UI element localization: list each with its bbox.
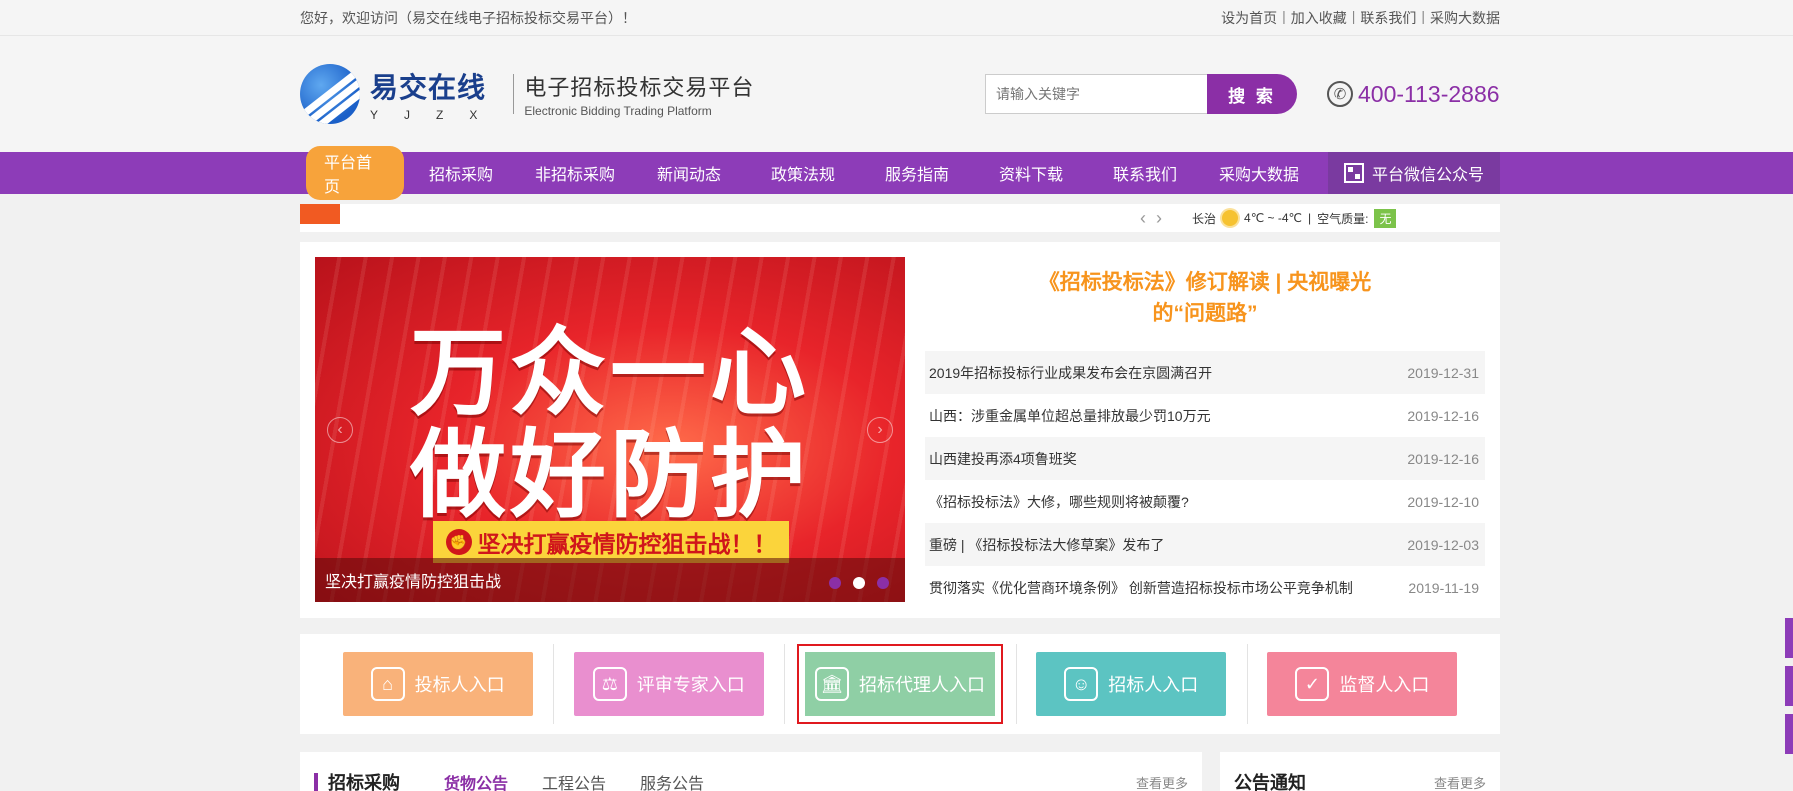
banner-dots: [829, 577, 889, 589]
phone-icon: ✆: [1327, 81, 1353, 107]
notice-title: 公告通知: [1234, 773, 1306, 791]
side-tab[interactable]: [1785, 714, 1793, 754]
banner-next-icon[interactable]: ›: [867, 417, 893, 443]
ticker-prev-icon[interactable]: ‹: [1140, 208, 1146, 229]
nav-news[interactable]: 新闻动态: [632, 152, 746, 194]
weather-widget: 长治 4℃ ~ -4℃ | 空气质量: 无: [1192, 208, 1397, 228]
nav-non-tendering[interactable]: 非招标采购: [518, 152, 632, 194]
top-links: 设为首页 | 加入收藏 | 联系我们 | 采购大数据: [1221, 8, 1500, 28]
news-headline[interactable]: 《招标投标法》修订解读 | 央视曝光 的“问题路”: [925, 267, 1485, 345]
set-homepage-link[interactable]: 设为首页: [1221, 8, 1277, 28]
tab-engineering[interactable]: 工程公告: [542, 770, 606, 791]
procurement-title: 招标采购: [328, 773, 400, 791]
notice-ticker: ‹ › 长治 4℃ ~ -4℃ | 空气质量: 无: [300, 204, 1500, 232]
logo-letters: YJZX: [370, 108, 504, 122]
supervisor-entry-button[interactable]: ✓ 监督人入口: [1267, 652, 1458, 716]
store-icon: ⌂: [370, 667, 405, 701]
bidder-entry-button[interactable]: ⌂ 投标人入口: [342, 652, 533, 716]
shield-icon: ✓: [1295, 667, 1330, 701]
banner-caption: 坚决打赢疫情防控狙击战: [315, 558, 905, 602]
logo-mark-icon: [300, 64, 360, 124]
news-item[interactable]: 贯彻落实《优化营商环境条例》 创新营造招标投标市场公平竞争机制 2019-11-1…: [925, 566, 1485, 609]
header: 易交在线 YJZX 电子招标投标交易平台 Electronic Bidding …: [0, 36, 1793, 152]
weather-city: 长治: [1192, 211, 1217, 226]
nav-home[interactable]: 平台首页: [300, 146, 404, 200]
welcome-text: 您好，欢迎访问（易交在线电子招标投标交易平台）！: [300, 10, 636, 26]
qr-code-icon: [1343, 163, 1364, 183]
nav-service-guide[interactable]: 服务指南: [860, 152, 974, 194]
news-item[interactable]: 山西：涉重金属单位超总量排放最少罚10万元 2019-12-16: [925, 394, 1485, 437]
nav-big-data[interactable]: 采购大数据: [1202, 152, 1316, 194]
search-button[interactable]: 搜 索: [1207, 74, 1297, 114]
banner-headline-2: 做好防护: [410, 419, 810, 531]
notice-panel: 公告通知 查看更多: [1220, 752, 1500, 791]
ticker-flag: [300, 204, 340, 224]
news-item[interactable]: 《招标投标法》大修，哪些规则将被颠覆? 2019-12-10: [925, 480, 1485, 523]
big-data-link[interactable]: 采购大数据: [1430, 8, 1500, 28]
news-item[interactable]: 山西建投再添4项鲁班奖 2019-12-16: [925, 437, 1485, 480]
notice-more-link[interactable]: 查看更多: [1434, 773, 1486, 791]
nav-wechat[interactable]: 平台微信公众号: [1328, 152, 1500, 194]
air-quality-value: 无: [1374, 208, 1397, 228]
main-block: 万众一心 做好防护 ✊ 坚决打赢疫情防控狙击战！！ ‹ › 坚决打赢疫情防控狙击…: [300, 242, 1500, 618]
side-float-tabs: [1785, 618, 1793, 754]
news-item[interactable]: 2019年招标投标行业成果发布会在京圆满召开 2019-12-31: [925, 351, 1485, 394]
ticker-next-icon[interactable]: ›: [1156, 208, 1162, 229]
air-quality-label: 空气质量:: [1317, 211, 1369, 226]
news-panel: 《招标投标法》修订解读 | 央视曝光 的“问题路” 2019年招标投标行业成果发…: [925, 257, 1485, 603]
side-tab[interactable]: [1785, 666, 1793, 706]
tab-goods[interactable]: 货物公告: [444, 770, 508, 791]
fist-icon: ✊: [445, 529, 472, 555]
hotline: ✆ 400-113-2886: [1327, 81, 1500, 108]
nav-policy[interactable]: 政策法规: [746, 152, 860, 194]
banner-dot[interactable]: [829, 577, 841, 589]
hotline-number: 400-113-2886: [1358, 80, 1500, 107]
contact-us-link[interactable]: 联系我们: [1360, 8, 1416, 28]
site-logo[interactable]: 易交在线 YJZX 电子招标投标交易平台 Electronic Bidding …: [300, 64, 980, 124]
scale-icon: ⚖: [592, 667, 627, 701]
banner-slogan: ✊ 坚决打赢疫情防控狙击战！！: [433, 521, 789, 563]
entry-bar: ⌂ 投标人入口 ⚖ 评审专家入口 🏛 招标代理人入口 ☺ 招标人入口 ✓ 监督人…: [300, 634, 1500, 734]
banner-carousel[interactable]: 万众一心 做好防护 ✊ 坚决打赢疫情防控狙击战！！ ‹ › 坚决打赢疫情防控狙击…: [315, 257, 905, 602]
tab-services[interactable]: 服务公告: [640, 770, 704, 791]
add-favorite-link[interactable]: 加入收藏: [1291, 8, 1347, 28]
side-tab[interactable]: [1785, 618, 1793, 658]
banner-prev-icon[interactable]: ‹: [327, 417, 353, 443]
platform-name: 电子招标投标交易平台: [524, 75, 755, 100]
tenderer-entry-button[interactable]: ☺ 招标人入口: [1036, 652, 1227, 716]
banner-dot[interactable]: [853, 577, 865, 589]
logo-name: 易交在线: [370, 72, 487, 103]
sunny-icon: [1222, 210, 1239, 226]
agent-entry-button[interactable]: 🏛 招标代理人入口: [797, 644, 1003, 724]
news-item[interactable]: 重磅 | 《招标投标法大修草案》发布了 2019-12-03: [925, 523, 1485, 566]
procurement-panel: 招标采购 货物公告 工程公告 服务公告 查看更多: [300, 752, 1202, 791]
top-bar: 您好，欢迎访问（易交在线电子招标投标交易平台）！ 设为首页 | 加入收藏 | 联…: [0, 0, 1793, 36]
main-nav: 平台首页 招标采购 非招标采购 新闻动态 政策法规 服务指南 资料下载 联系我们…: [0, 146, 1793, 200]
bank-icon: 🏛: [815, 667, 849, 701]
news-list: 2019年招标投标行业成果发布会在京圆满召开 2019-12-31 山西：涉重金属…: [925, 351, 1485, 609]
user-icon: ☺: [1064, 667, 1099, 701]
nav-downloads[interactable]: 资料下载: [974, 152, 1088, 194]
procurement-more-link[interactable]: 查看更多: [1136, 773, 1188, 791]
banner-dot[interactable]: [877, 577, 889, 589]
search-box: 搜 索: [985, 74, 1297, 114]
nav-contact[interactable]: 联系我们: [1088, 152, 1202, 194]
weather-temp: 4℃ ~ -4℃: [1244, 211, 1302, 225]
platform-name-en: Electronic Bidding Trading Platform: [524, 104, 712, 118]
expert-entry-button[interactable]: ⚖ 评审专家入口: [573, 652, 764, 716]
search-input[interactable]: [985, 74, 1207, 114]
nav-tendering[interactable]: 招标采购: [404, 152, 518, 194]
